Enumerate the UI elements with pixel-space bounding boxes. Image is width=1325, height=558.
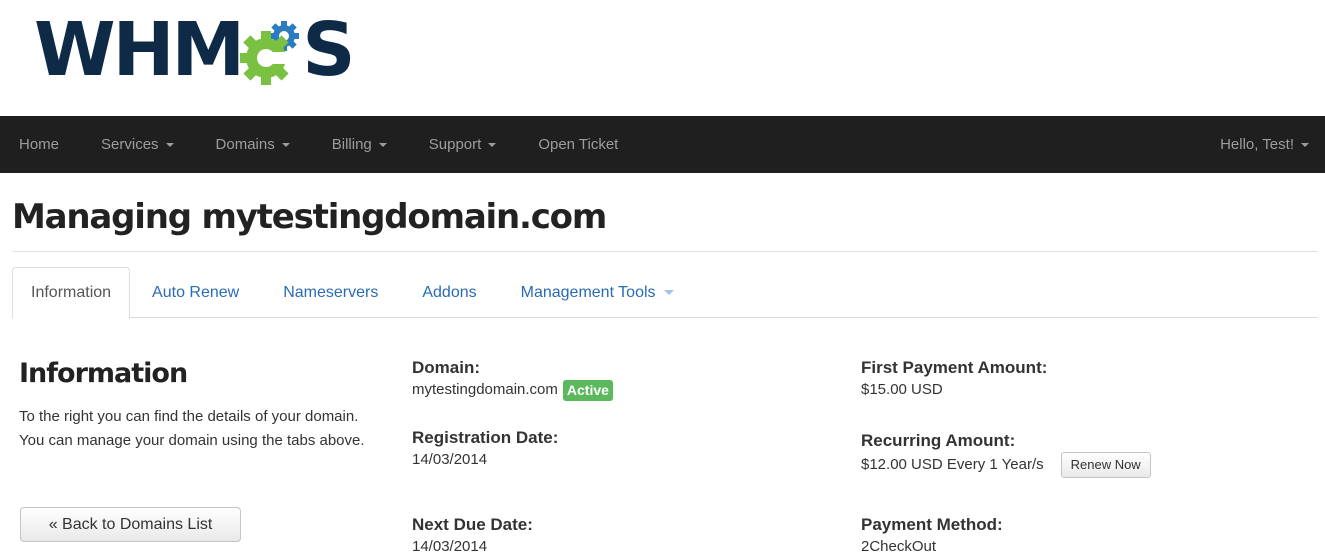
nav-billing-label: Billing xyxy=(331,136,372,153)
next-due-date-value: 14/03/2014 xyxy=(412,538,488,555)
payment-method-label: Payment Method: xyxy=(861,515,1003,534)
registration-date-label: Registration Date: xyxy=(412,428,559,447)
renew-now-button[interactable]: Renew Now xyxy=(1060,452,1151,478)
recurring-amount-label: Recurring Amount: xyxy=(861,431,1016,450)
whmcs-logo[interactable]: WHM S xyxy=(34,7,356,93)
domain-tabs: Information Auto Renew Nameservers Addon… xyxy=(12,267,1318,319)
tab-auto-renew-label: Auto Renew xyxy=(152,283,240,301)
payment-method-detail: Payment Method: 2CheckOut xyxy=(861,514,1003,558)
user-greeting: Hello, Test! xyxy=(1220,136,1294,153)
registration-date-detail: Registration Date: 14/03/2014 xyxy=(412,427,558,471)
tab-addons[interactable]: Addons xyxy=(400,267,498,318)
domain-name: mytestingdomain.com xyxy=(412,381,558,398)
gear-c-logo-icon xyxy=(240,21,300,85)
logo-text-right: S xyxy=(302,7,355,93)
tab-addons-label: Addons xyxy=(422,283,477,301)
recurring-amount-detail: Recurring Amount: $12.00 USD Every 1 Yea… xyxy=(861,430,1151,478)
nav-services[interactable]: Services xyxy=(80,116,195,173)
title-divider xyxy=(12,251,1318,252)
next-due-date-label: Next Due Date: xyxy=(412,515,533,534)
main-navbar: Home Services Domains Billing Support Op… xyxy=(0,116,1325,173)
page-title: Managing mytestingdomain.com xyxy=(12,197,607,237)
domain-detail: Domain: mytestingdomain.com Active xyxy=(412,357,613,401)
registration-date-value: 14/03/2014 xyxy=(412,451,488,468)
caret-down-icon xyxy=(1301,142,1309,147)
recurring-amount-row: $12.00 USD Every 1 Year/s Renew Now xyxy=(861,452,1151,478)
domain-label: Domain: xyxy=(412,358,480,377)
caret-down-icon xyxy=(488,142,497,147)
information-heading: Information xyxy=(19,358,188,389)
back-to-domains-button[interactable]: « Back to Domains List xyxy=(20,507,241,542)
first-payment-value: $15.00 USD xyxy=(861,381,943,398)
tab-nameservers[interactable]: Nameservers xyxy=(261,267,400,318)
nav-billing[interactable]: Billing xyxy=(311,116,408,173)
payment-method-value: 2CheckOut xyxy=(861,538,937,555)
tab-management-tools[interactable]: Management Tools xyxy=(499,267,696,318)
caret-down-icon xyxy=(165,142,174,147)
nav-domains-label: Domains xyxy=(215,136,275,153)
tab-management-tools-label: Management Tools xyxy=(520,283,656,301)
caret-down-icon xyxy=(378,142,387,147)
nav-services-label: Services xyxy=(101,136,159,153)
nav-support[interactable]: Support xyxy=(408,116,518,173)
nav-home-label: Home xyxy=(19,136,60,153)
nav-open-ticket[interactable]: Open Ticket xyxy=(517,116,639,173)
information-description: To the right you can find the details of… xyxy=(19,408,365,449)
caret-down-icon xyxy=(281,142,290,147)
nav-open-ticket-label: Open Ticket xyxy=(538,136,619,153)
logo-text-left: WHM xyxy=(34,7,245,93)
next-due-date-detail: Next Due Date: 14/03/2014 xyxy=(412,514,533,558)
user-menu[interactable]: Hello, Test! xyxy=(1199,116,1325,173)
recurring-amount-value: $12.00 USD Every 1 Year/s xyxy=(861,456,1044,473)
tab-nameservers-label: Nameservers xyxy=(283,283,379,301)
tab-information[interactable]: Information xyxy=(12,267,131,319)
status-badge: Active xyxy=(562,379,613,401)
nav-home[interactable]: Home xyxy=(0,116,80,173)
caret-down-icon xyxy=(663,290,674,295)
tab-information-label: Information xyxy=(31,284,112,301)
nav-domains[interactable]: Domains xyxy=(195,116,311,173)
tab-auto-renew[interactable]: Auto Renew xyxy=(130,267,261,318)
first-payment-detail: First Payment Amount: $15.00 USD xyxy=(861,357,1047,401)
nav-support-label: Support xyxy=(428,136,482,153)
domain-value-row: mytestingdomain.com Active xyxy=(412,379,613,401)
first-payment-label: First Payment Amount: xyxy=(861,358,1048,377)
